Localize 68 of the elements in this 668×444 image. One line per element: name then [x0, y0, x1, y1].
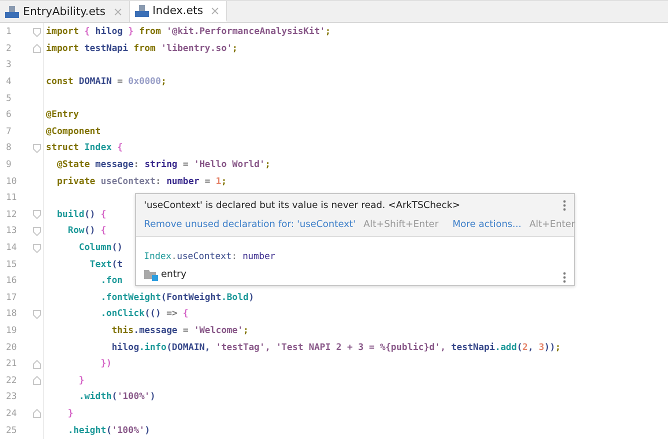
- module-name: entry: [161, 269, 186, 280]
- code-line: .fontWeight(FontWeight.Bold): [100, 292, 254, 303]
- line-number: 9: [5, 160, 12, 170]
- file-tab[interactable]: Index.ets: [130, 1, 228, 22]
- code-line: .width('100%'): [78, 392, 156, 402]
- line-number: 23: [5, 392, 18, 402]
- code-line: @State message: string = 'Hello World';: [56, 160, 271, 170]
- more-icon[interactable]: [563, 200, 566, 211]
- code-line: hilog.info(DOMAIN, 'testTag', 'Test NAPI 2 + 3 = %{public}d', testNapi.add(2, 3));: [110, 342, 561, 353]
- code-line: .onClick(() => {: [100, 309, 188, 320]
- line-number: 19: [5, 326, 18, 336]
- code-line: @Entry: [46, 110, 79, 120]
- line-number: 2: [5, 44, 12, 54]
- more-icon[interactable]: [563, 272, 566, 283]
- line-number: 14: [5, 243, 18, 254]
- action-link[interactable]: More actions...: [452, 219, 522, 230]
- code-line: .height('100%'): [66, 426, 150, 436]
- code-line: }: [66, 408, 74, 419]
- code-line: Column(): [78, 243, 123, 254]
- fold-icon[interactable]: [33, 28, 41, 37]
- code-line: Row() {: [66, 226, 106, 236]
- code-line: build() {: [56, 210, 106, 220]
- line-number: 15: [5, 260, 18, 270]
- line-number: 12: [5, 210, 18, 220]
- code-line: Text(t: [88, 260, 123, 270]
- line-number: 20: [5, 342, 18, 353]
- line-number: 8: [5, 143, 12, 154]
- code-line: import testNapi from 'libentry.so';: [46, 44, 238, 54]
- line-number: 10: [5, 176, 18, 187]
- line-number: 5: [5, 94, 12, 104]
- file-icon: [5, 6, 19, 18]
- code-line: const DOMAIN = 0x0000;: [46, 77, 166, 88]
- code-line: struct Index {: [46, 143, 123, 154]
- line-number: 4: [5, 77, 12, 88]
- line-number: 3: [5, 60, 12, 70]
- line-number: 11: [5, 193, 18, 204]
- line-number: 1: [5, 27, 12, 38]
- fold-icon[interactable]: [33, 144, 41, 153]
- code-line: }: [78, 376, 84, 386]
- code-line: @Component: [46, 126, 101, 137]
- code-line: private useContext: number = 1;: [56, 176, 227, 187]
- line-number: 7: [5, 126, 12, 137]
- unfold-icon[interactable]: [33, 409, 41, 418]
- file-tab[interactable]: EntryAbility.ets: [0, 1, 130, 22]
- unfold-icon[interactable]: [33, 44, 41, 54]
- folder-icon: [144, 268, 158, 280]
- line-number: 25: [5, 426, 18, 436]
- shortcut-hint: Alt+Enter: [529, 219, 576, 230]
- line-number: 21: [5, 359, 18, 370]
- line-number: 17: [5, 292, 18, 303]
- code-line: import { hilog } from '@kit.PerformanceAnalysisKit';: [46, 27, 331, 38]
- action-link[interactable]: Remove unused declaration for: 'useContext': [144, 219, 356, 230]
- code-line: }): [100, 359, 112, 370]
- file-icon: [134, 4, 149, 16]
- warning-message: 'useContext' is declared but its value is never read. <ArkTSCheck>: [144, 200, 460, 211]
- line-number: 18: [5, 309, 18, 320]
- line-number: 13: [5, 226, 18, 236]
- close-icon[interactable]: [211, 6, 220, 14]
- declaration-signature: Index.useContext: number: [144, 252, 276, 262]
- line-number: 16: [5, 276, 18, 286]
- close-icon[interactable]: [114, 8, 122, 16]
- line-number: 24: [5, 408, 18, 419]
- code-line: .fon: [100, 276, 123, 286]
- line-number: 22: [5, 376, 18, 386]
- code-line: this.message = 'Welcome';: [110, 326, 249, 336]
- shortcut-hint: Alt+Shift+Enter: [364, 219, 438, 230]
- fold-icon[interactable]: [33, 310, 41, 319]
- line-number: 6: [5, 110, 12, 120]
